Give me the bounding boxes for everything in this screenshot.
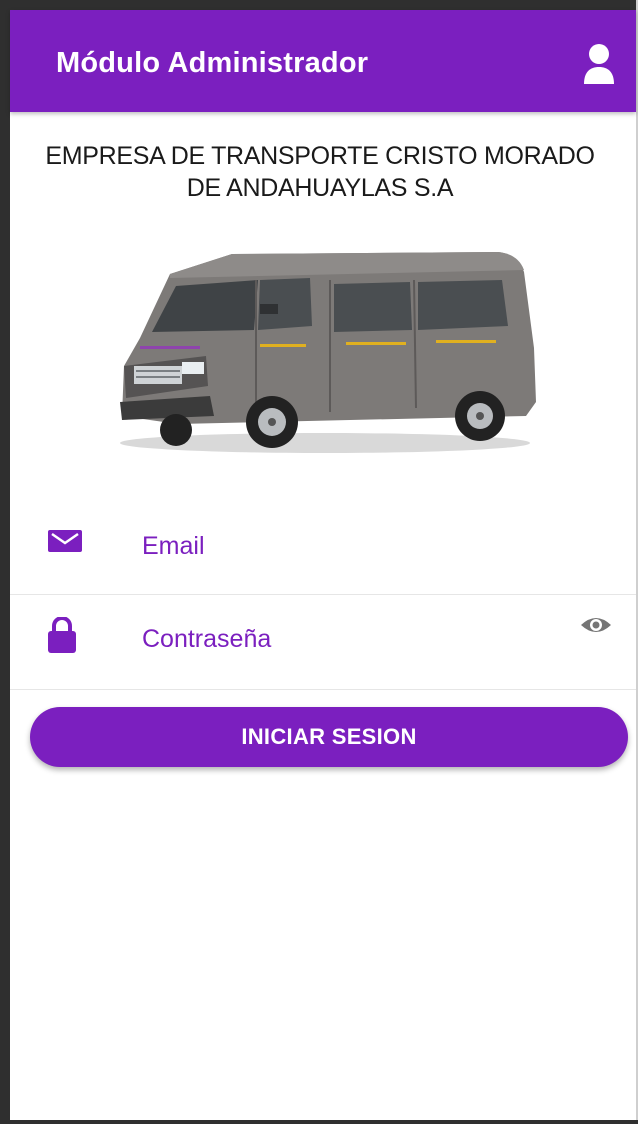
lock-icon — [48, 617, 76, 653]
page-title: Módulo Administrador — [56, 47, 369, 79]
email-field — [10, 500, 636, 595]
app-header: Módulo Administrador — [10, 10, 636, 112]
password-input[interactable] — [142, 625, 562, 654]
window-bottom-edge — [0, 1120, 638, 1124]
company-name-line2: DE ANDAHUAYLAS S.A — [186, 174, 454, 202]
app-screen: Módulo Administrador EMPRESA DE TRANSPOR… — [0, 0, 638, 1124]
eye-icon[interactable] — [580, 613, 612, 637]
password-field — [10, 595, 636, 690]
email-input[interactable] — [142, 532, 562, 561]
van-image — [120, 252, 536, 453]
company-name: EMPRESA DE TRANSPORTE CRISTO MORADO DE A… — [10, 140, 630, 204]
envelope-icon — [48, 530, 82, 552]
user-icon[interactable] — [582, 42, 616, 86]
company-name-line1: EMPRESA DE TRANSPORTE CRISTO MORADO — [45, 142, 595, 170]
window-top-edge — [0, 0, 638, 10]
login-button[interactable]: INICIAR SESION — [30, 707, 628, 767]
window-left-edge — [0, 0, 10, 1124]
